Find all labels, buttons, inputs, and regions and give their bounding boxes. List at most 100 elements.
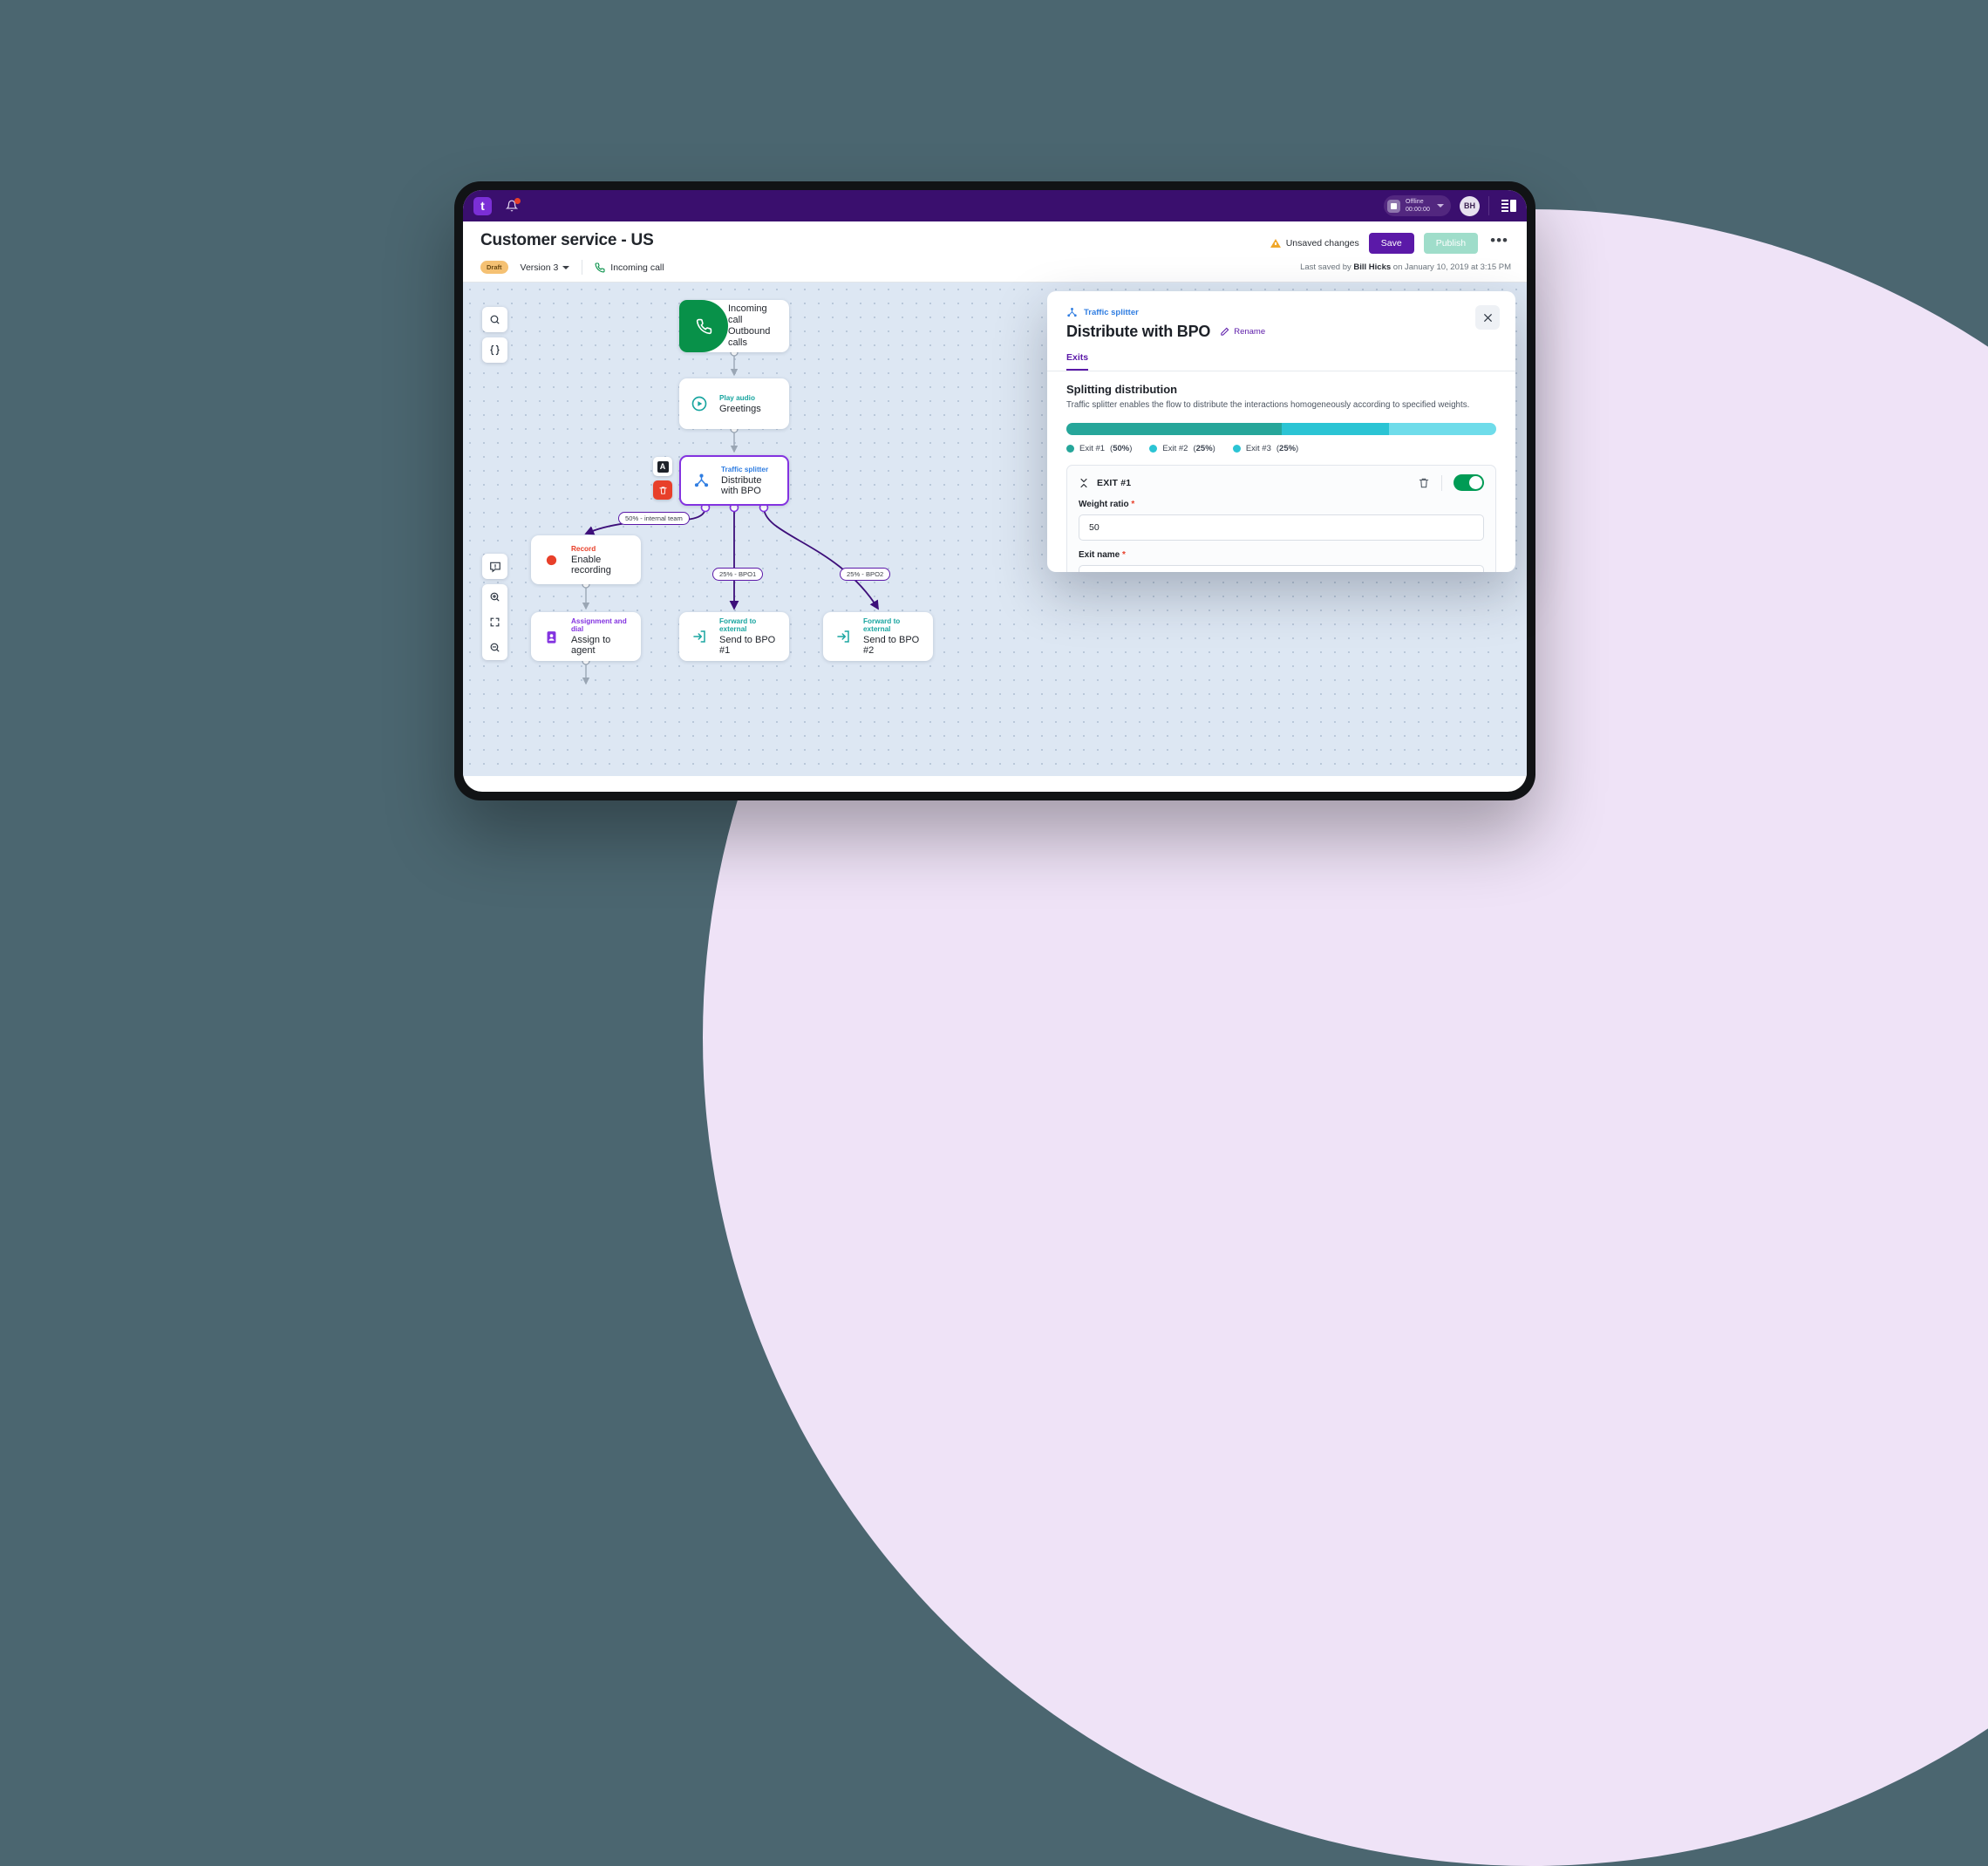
exit-card: EXIT #1 Weight ratio * Exit name * xyxy=(1066,465,1496,572)
exit-name-label: Exit name * xyxy=(1079,550,1126,560)
legend-value: (50%) xyxy=(1110,444,1133,453)
divider xyxy=(1488,196,1489,215)
publish-button[interactable]: Publish xyxy=(1423,233,1479,254)
canvas-tool-search-group xyxy=(482,307,507,332)
braces-icon[interactable] xyxy=(482,337,507,363)
node-text: Play audio Greetings xyxy=(719,394,772,414)
exit-card-actions xyxy=(1418,474,1484,491)
distribution-legend: Exit #1 (50%) Exit #2 (25%) Exit #3 (25%… xyxy=(1066,444,1496,453)
status-stop-icon xyxy=(1386,199,1400,213)
flow-node-assignment-and-dial[interactable]: Assignment and dial Assign to agent xyxy=(531,612,641,661)
config-title: Distribute with BPO xyxy=(1066,323,1211,340)
node-action-chips: A xyxy=(653,457,672,500)
forward-icon xyxy=(823,612,863,661)
distribution-segment-1 xyxy=(1066,423,1282,435)
weight-ratio-label: Weight ratio * xyxy=(1079,500,1135,509)
trash-icon[interactable] xyxy=(1418,477,1430,489)
flow-node-forward-bpo2[interactable]: Forward to external Send to BPO #2 xyxy=(823,612,933,661)
bell-icon[interactable] xyxy=(504,198,521,214)
config-panel-header: Traffic splitter Distribute with BPO Ren… xyxy=(1047,291,1515,341)
avatar-initials: BH xyxy=(1464,201,1475,210)
config-body: Splitting distribution Traffic splitter … xyxy=(1047,371,1515,572)
app-logo-icon[interactable]: t xyxy=(473,196,492,215)
panel-toggle-icon[interactable] xyxy=(1498,197,1520,215)
flow-node-forward-bpo1[interactable]: Forward to external Send to BPO #1 xyxy=(679,612,789,661)
node-type-label: Record xyxy=(571,544,596,553)
weight-ratio-input[interactable] xyxy=(1079,514,1484,541)
legend-item: Exit #1 (50%) xyxy=(1066,444,1132,453)
save-button[interactable]: Save xyxy=(1368,233,1414,254)
legend-item: Exit #3 (25%) xyxy=(1232,444,1299,453)
exit-name-field: Exit name * If this exit is met, this is… xyxy=(1067,550,1495,572)
edge-label[interactable]: 50% - internal team xyxy=(618,512,690,525)
distribution-bar xyxy=(1066,423,1496,435)
flow-node-incoming-call[interactable]: Incoming call Outbound calls xyxy=(679,300,789,352)
node-text: Record Enable recording xyxy=(571,545,641,575)
version-selector[interactable]: Version 3 xyxy=(521,262,570,273)
required-marker: * xyxy=(1131,500,1135,509)
tab-exits[interactable]: Exits xyxy=(1066,352,1089,371)
last-saved-suffix: on January 10, 2019 at 3:15 PM xyxy=(1391,262,1511,272)
entry-point-label: Incoming call xyxy=(610,262,664,273)
node-type-label: Forward to external xyxy=(719,617,757,633)
exit-card-label: EXIT #1 xyxy=(1097,477,1132,488)
section-title: Splitting distribution xyxy=(1066,383,1178,396)
unsaved-changes-indicator: Unsaved changes xyxy=(1270,238,1359,249)
close-button[interactable] xyxy=(1475,305,1500,330)
legend-dot xyxy=(1232,445,1241,453)
status-label: Offline xyxy=(1405,199,1424,205)
agent-badge-icon xyxy=(531,612,571,661)
legend-dot xyxy=(1149,445,1158,453)
node-text: Traffic splitter Distribute with BPO xyxy=(721,466,787,496)
warning-icon xyxy=(1270,239,1281,248)
expand-icon[interactable] xyxy=(482,610,507,635)
avatar[interactable]: BH xyxy=(1460,195,1480,216)
exit-enabled-toggle[interactable] xyxy=(1454,474,1484,491)
canvas-tool-variables-group xyxy=(482,337,507,363)
more-options-button[interactable]: ••• xyxy=(1488,233,1511,250)
exit-card-header: EXIT #1 xyxy=(1067,466,1495,500)
flow-node-record[interactable]: Record Enable recording xyxy=(531,535,641,584)
legend-label: Exit #3 xyxy=(1245,444,1271,453)
pencil-icon xyxy=(1221,327,1229,336)
edge-label[interactable]: 25% - BPO1 xyxy=(712,568,764,581)
node-name-label: Enable recording xyxy=(571,554,611,575)
annotate-node-button[interactable]: A xyxy=(653,457,672,476)
last-saved-prefix: Last saved by xyxy=(1300,262,1354,272)
page-title: Customer service - US xyxy=(480,231,654,249)
node-name-label: Distribute with BPO xyxy=(721,474,762,496)
node-text: Forward to external Send to BPO #2 xyxy=(863,617,933,656)
app-logo-text: t xyxy=(480,199,485,213)
comment-alert-icon[interactable] xyxy=(482,554,507,579)
chevron-down-icon xyxy=(1437,204,1444,208)
node-type-label: Assignment and dial xyxy=(571,617,627,633)
distribution-segment-2 xyxy=(1281,423,1389,435)
collapse-icon[interactable] xyxy=(1079,478,1089,488)
zoom-out-icon[interactable] xyxy=(482,635,507,660)
search-icon[interactable] xyxy=(482,307,507,332)
delete-node-button[interactable] xyxy=(653,480,672,500)
entry-point-chip[interactable]: Incoming call xyxy=(595,262,664,273)
status-timer: 00:00:00 xyxy=(1405,207,1430,213)
annotate-label: A xyxy=(657,460,669,473)
legend-value: (25%) xyxy=(1276,444,1299,453)
agent-status-pill[interactable]: Offline 00:00:00 xyxy=(1383,195,1451,216)
app-bar: t Offline 00:00:00 BH xyxy=(463,190,1527,221)
rename-label: Rename xyxy=(1234,327,1266,337)
app-bar-right: Offline 00:00:00 BH xyxy=(1383,195,1520,216)
exit-name-input[interactable] xyxy=(1079,565,1484,572)
node-name-label: Send to BPO #2 xyxy=(863,635,920,656)
rename-button[interactable]: Rename xyxy=(1220,327,1265,337)
flow-node-play-audio[interactable]: Play audio Greetings xyxy=(679,378,789,429)
forward-icon xyxy=(679,612,719,661)
zoom-in-icon[interactable] xyxy=(482,584,507,610)
node-text: Forward to external Send to BPO #1 xyxy=(719,617,789,656)
step-config-panel: Traffic splitter Distribute with BPO Ren… xyxy=(1047,291,1515,572)
flow-node-traffic-splitter[interactable]: Traffic splitter Distribute with BPO xyxy=(679,455,789,506)
edge-label[interactable]: 25% - BPO2 xyxy=(840,568,891,581)
last-saved-user: Bill Hicks xyxy=(1353,262,1392,272)
section-description: Traffic splitter enables the flow to dis… xyxy=(1066,400,1470,410)
node-type-label: Incoming call xyxy=(728,303,767,325)
config-title-row: Distribute with BPO Rename xyxy=(1066,323,1496,341)
weight-ratio-field: Weight ratio * xyxy=(1067,500,1495,541)
